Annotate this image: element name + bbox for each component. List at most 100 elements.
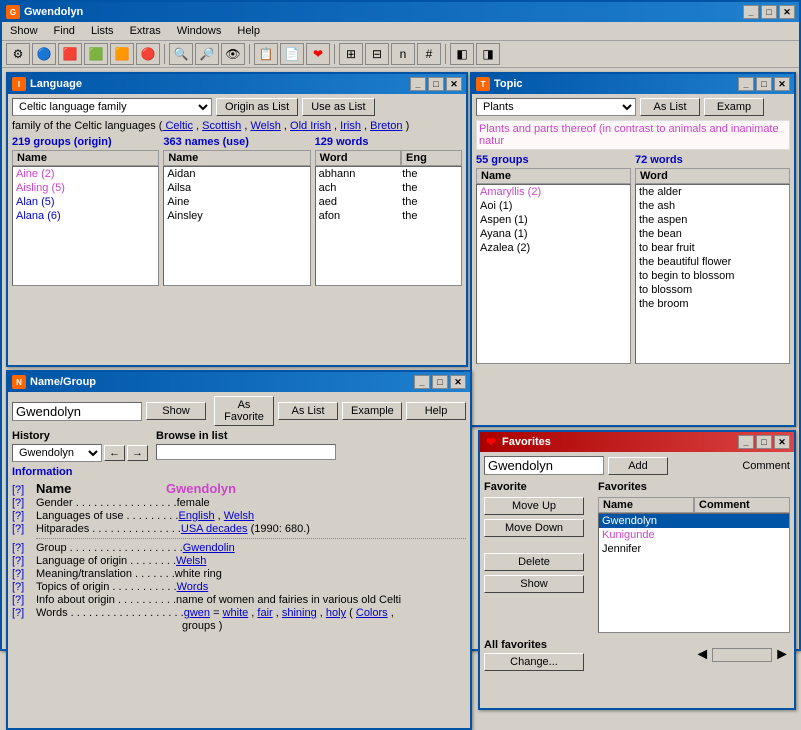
- toolbar-btn-9[interactable]: 👁: [221, 43, 245, 65]
- move-up-button[interactable]: Move Up: [484, 497, 584, 515]
- name-item-aidan[interactable]: Aidan: [164, 167, 309, 181]
- name-example-button[interactable]: Example: [342, 402, 402, 420]
- topic-group-aspen[interactable]: Aspen (1): [477, 213, 630, 227]
- topic-words-listbox[interactable]: the alder the ash the aspen the bean to …: [635, 184, 790, 364]
- topic-group-aoi[interactable]: Aoi (1): [477, 199, 630, 213]
- link-holy[interactable]: holy: [326, 607, 346, 619]
- fav-item-kunigunde[interactable]: Kunigunde: [599, 528, 789, 542]
- menu-show[interactable]: Show: [6, 24, 42, 38]
- toolbar-btn-16[interactable]: #: [417, 43, 441, 65]
- scroll-right-button[interactable]: ►: [774, 646, 790, 664]
- scroll-left-button[interactable]: ◄: [694, 646, 710, 664]
- group-item-aine[interactable]: Aine (2): [13, 167, 158, 181]
- name-item-aine[interactable]: Aine: [164, 195, 309, 209]
- use-as-list-button[interactable]: Use as List: [302, 98, 374, 116]
- toolbar-btn-3[interactable]: 🟥: [58, 43, 82, 65]
- toolbar-btn-6[interactable]: 🔴: [136, 43, 160, 65]
- favorites-name-input[interactable]: [484, 456, 604, 475]
- link-gwendolin[interactable]: Gwendolin: [183, 542, 235, 554]
- favorites-maximize[interactable]: □: [756, 435, 772, 449]
- topic-word-ash[interactable]: the ash: [636, 199, 789, 213]
- names-listbox[interactable]: Aidan Ailsa Aine Ainsley: [163, 166, 310, 286]
- topic-example-button[interactable]: Examp: [704, 98, 764, 116]
- topic-word-beautiful-flower[interactable]: the beautiful flower: [636, 255, 789, 269]
- topic-group-ayana[interactable]: Ayana (1): [477, 227, 630, 241]
- toolbar-btn-1[interactable]: ⚙: [6, 43, 30, 65]
- link-gwen[interactable]: gwen: [184, 607, 210, 619]
- toolbar-btn-13[interactable]: ⊞: [339, 43, 363, 65]
- name-as-list-button[interactable]: As List: [278, 402, 338, 420]
- topic-maximize[interactable]: □: [756, 77, 772, 91]
- group-item-alana[interactable]: Alana (6): [13, 209, 158, 223]
- info-q-languages[interactable]: [?]: [12, 510, 32, 522]
- word-item-1[interactable]: abhannthe: [316, 167, 461, 181]
- language-dropdown[interactable]: Celtic language family: [12, 98, 212, 116]
- word-item-4[interactable]: afonthe: [316, 209, 461, 223]
- delete-button[interactable]: Delete: [484, 553, 584, 571]
- topic-close[interactable]: ✕: [774, 77, 790, 91]
- move-down-button[interactable]: Move Down: [484, 519, 584, 537]
- toolbar-btn-2[interactable]: 🔵: [32, 43, 56, 65]
- toolbar-btn-11[interactable]: 📄: [280, 43, 304, 65]
- word-item-3[interactable]: aedthe: [316, 195, 461, 209]
- link-breton[interactable]: Breton: [370, 120, 402, 132]
- name-minimize[interactable]: _: [414, 375, 430, 389]
- toolbar-btn-15[interactable]: n: [391, 43, 415, 65]
- minimize-button[interactable]: _: [743, 5, 759, 19]
- history-back-button[interactable]: ←: [104, 445, 125, 461]
- browse-input[interactable]: [156, 444, 336, 460]
- link-old-irish[interactable]: Old Irish: [290, 120, 331, 132]
- favorites-listbox[interactable]: Gwendolyn Kunigunde Jennifer: [598, 513, 790, 633]
- name-close[interactable]: ✕: [450, 375, 466, 389]
- info-q-group[interactable]: [?]: [12, 542, 32, 554]
- group-item-aisling[interactable]: Aisling (5): [13, 181, 158, 195]
- favorites-close[interactable]: ✕: [774, 435, 790, 449]
- menu-find[interactable]: Find: [50, 24, 79, 38]
- topic-group-azalea[interactable]: Azalea (2): [477, 241, 630, 255]
- history-dropdown[interactable]: Gwendolyn: [12, 444, 102, 462]
- name-maximize[interactable]: □: [432, 375, 448, 389]
- groups-listbox[interactable]: Aine (2) Aisling (5) Alan (5) Alana (6): [12, 166, 159, 286]
- maximize-button[interactable]: □: [761, 5, 777, 19]
- word-item-2[interactable]: achthe: [316, 181, 461, 195]
- toolbar-btn-7[interactable]: 🔍: [169, 43, 193, 65]
- info-q-info-origin[interactable]: [?]: [12, 594, 32, 606]
- favorites-minimize[interactable]: _: [738, 435, 754, 449]
- history-forward-button[interactable]: →: [127, 445, 148, 461]
- info-q-hitparades[interactable]: [?]: [12, 523, 32, 535]
- name-show-button[interactable]: Show: [146, 402, 206, 420]
- name-item-ainsley[interactable]: Ainsley: [164, 209, 309, 223]
- link-white[interactable]: white: [223, 607, 249, 619]
- info-q-words[interactable]: [?]: [12, 607, 32, 619]
- link-english[interactable]: English: [178, 510, 214, 522]
- menu-lists[interactable]: Lists: [87, 24, 118, 38]
- toolbar-btn-12[interactable]: ❤: [306, 43, 330, 65]
- toolbar-btn-8[interactable]: 🔎: [195, 43, 219, 65]
- topic-minimize[interactable]: _: [738, 77, 754, 91]
- topic-word-bear-fruit[interactable]: to bear fruit: [636, 241, 789, 255]
- info-q-meaning[interactable]: [?]: [12, 568, 32, 580]
- menu-extras[interactable]: Extras: [126, 24, 165, 38]
- language-close[interactable]: ✕: [446, 77, 462, 91]
- link-fair[interactable]: fair: [257, 607, 272, 619]
- language-minimize[interactable]: _: [410, 77, 426, 91]
- link-shining[interactable]: shining: [282, 607, 317, 619]
- topic-word-aspen[interactable]: the aspen: [636, 213, 789, 227]
- topic-group-amaryllis[interactable]: Amaryllis (2): [477, 185, 630, 199]
- topic-dropdown[interactable]: Plants: [476, 98, 636, 116]
- change-button[interactable]: Change...: [484, 653, 584, 671]
- origin-as-list-button[interactable]: Origin as List: [216, 98, 298, 116]
- info-q-origin-lang[interactable]: [?]: [12, 555, 32, 567]
- toolbar-btn-5[interactable]: 🟧: [110, 43, 134, 65]
- name-item-ailsa[interactable]: Ailsa: [164, 181, 309, 195]
- link-colors[interactable]: Colors: [356, 607, 388, 619]
- toolbar-btn-17[interactable]: ◧: [450, 43, 474, 65]
- favorites-show-button[interactable]: Show: [484, 575, 584, 593]
- toolbar-btn-18[interactable]: ◨: [476, 43, 500, 65]
- link-words-topic[interactable]: Words: [177, 581, 209, 593]
- topic-word-alder[interactable]: the alder: [636, 185, 789, 199]
- topic-word-blossom[interactable]: to blossom: [636, 283, 789, 297]
- link-usa-decades[interactable]: USA decades: [181, 523, 248, 535]
- info-q-topics[interactable]: [?]: [12, 581, 32, 593]
- close-button[interactable]: ✕: [779, 5, 795, 19]
